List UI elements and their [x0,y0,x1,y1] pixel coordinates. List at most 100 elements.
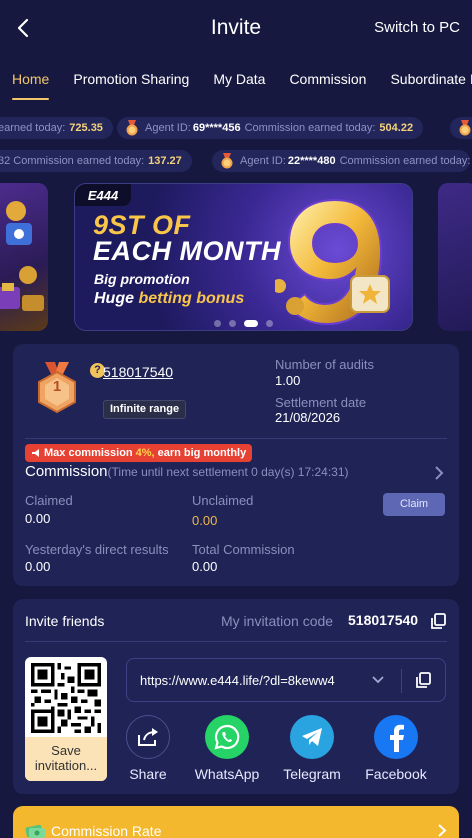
ticker-label: Commission earned today: [244,122,376,134]
carousel-dot[interactable] [266,320,273,327]
claim-button[interactable]: Claim [383,493,445,516]
medal-icon [126,120,138,136]
banner-subtitle-1: Big promotion [94,271,190,287]
qr-code-card[interactable]: Save invitation... [25,657,107,781]
carousel-dots [75,320,412,327]
medal-icon [221,153,233,169]
whatsapp-circle [205,715,249,759]
tab-commission[interactable]: Commission [277,58,366,102]
share-circle [126,715,170,759]
agent-commission-card: 1 ? 518017540 Infinite range Number of a… [13,344,459,586]
banner-subtitle-2-white: Huge [94,290,134,307]
tab-subordinate[interactable]: Subordinate I [378,58,472,102]
chevron-down-icon[interactable] [371,675,385,685]
commission-rate-bar[interactable]: Commission Rate [13,806,459,838]
telegram-icon [302,728,322,746]
invitation-link-field[interactable]: https://www.e444.life/?dl=8keww4 [126,658,446,702]
banner-slide-previous[interactable] [0,183,48,331]
banner-slide-next[interactable] [438,183,472,331]
share-button[interactable]: Share [113,715,183,782]
share-icon [138,728,158,746]
settlement-date-value: 21/08/2026 [275,410,341,425]
commission-ticker-row-1: earned today: 725.35 Agent ID: 69****456… [0,117,472,141]
invite-friends-title: Invite friends [25,613,105,629]
banner-headline: 9ST OF EACH MONTH [93,212,281,265]
medal-icon [459,120,471,136]
commission-rate-label: Commission Rate [51,823,162,838]
invitation-code-label: My invitation code [221,613,334,629]
ticker-value: 137.27 [148,155,182,167]
save-invitation-button[interactable]: Save invitation... [25,737,107,781]
max-badge-prefix: Max commission [44,447,133,459]
ticker-agent-label: Agent ID: [145,122,191,134]
tab-home[interactable]: Home [0,58,50,102]
unclaimed-value: 0.00 [192,513,218,528]
audits-value: 1.00 [275,373,301,388]
chevron-right-icon[interactable] [433,465,445,481]
yesterday-results-label: Yesterday's direct results [25,542,169,557]
ticker-item: 32 Commission earned today: 137.27 [0,150,192,172]
audits-label: Number of audits [275,357,374,372]
tab-bar: Home Promotion Sharing My Data Commissio… [0,58,472,102]
app-header: Invite Switch to PC [0,0,472,56]
telegram-circle [290,715,334,759]
save-invitation-line2: invitation... [34,758,98,773]
share-label: Share [129,766,167,782]
qr-code-image [31,663,101,733]
ticker-label: Commission earned today: [339,155,471,167]
page-title: Invite [210,16,262,39]
divider [25,438,447,439]
total-commission-value: 0.00 [192,559,218,574]
settlement-date-label: Settlement date [275,395,367,410]
whatsapp-button[interactable]: WhatsApp [192,715,262,782]
ticker-label: 32 Commission earned today: [0,155,145,167]
telegram-button[interactable]: Telegram [277,715,347,782]
ticker-item [450,117,472,139]
claimed-label: Claimed [25,493,73,508]
brand-logo: E444 [75,184,131,206]
copy-link-icon[interactable] [416,672,431,689]
max-commission-badge: Max commission 4%, earn big monthly [25,444,253,462]
whatsapp-icon [214,724,240,750]
agent-id[interactable]: 518017540 [103,364,173,380]
banner-previous-art [0,201,44,311]
divider [25,641,447,642]
ticker-agent-id: 22****480 [287,155,336,167]
carousel-dot[interactable] [229,320,236,327]
ticker-value: 725.35 [69,122,103,134]
facebook-circle [374,715,418,759]
money-icon [25,824,45,838]
commission-title: Commission [25,463,108,480]
yesterday-results-value: 0.00 [25,559,51,574]
banner-subtitle-2-gold: betting bonus [138,290,245,307]
switch-to-pc-link[interactable]: Switch to PC [374,19,460,36]
unclaimed-label: Unclaimed [192,493,254,508]
range-badge: Infinite range [103,400,187,419]
copy-code-icon[interactable] [431,613,446,630]
ticker-agent-label: Agent ID: [240,155,286,167]
ticker-item: Agent ID: 22****480 Commission earned to… [212,150,471,172]
megaphone-icon [32,449,39,457]
tab-my-data[interactable]: My Data [201,58,265,102]
divider [401,669,402,693]
facebook-button[interactable]: Facebook [361,715,431,782]
tab-promotion-sharing[interactable]: Promotion Sharing [61,58,189,102]
save-invitation-line1: Save [51,743,81,758]
banner-subtitle-2: Huge betting bonus [94,290,244,308]
back-button[interactable] [10,14,36,42]
ticker-item: earned today: 725.35 [0,117,113,139]
ticker-item: Agent ID: 69****456 Commission earned to… [117,117,424,139]
ticker-value: 504.22 [379,122,414,134]
rank-number: 1 [52,378,62,395]
carousel-dot-active[interactable] [244,320,258,327]
ticker-agent-id: 69****456 [192,122,241,134]
promotion-banner[interactable]: E444 9ST OF EACH MONTH Big promotion Hug… [74,183,413,331]
settlement-countdown: (Time until next settlement 0 day(s) 17:… [107,465,349,479]
commission-heading[interactable]: Commission(Time until next settlement 0 … [25,463,349,480]
whatsapp-label: WhatsApp [194,766,260,782]
big-nine-graphic [275,198,390,326]
carousel-dot[interactable] [214,320,221,327]
chevron-right-icon [438,824,447,837]
invite-friends-card: Invite friends My invitation code 518017… [13,599,459,794]
facebook-icon [390,724,404,752]
